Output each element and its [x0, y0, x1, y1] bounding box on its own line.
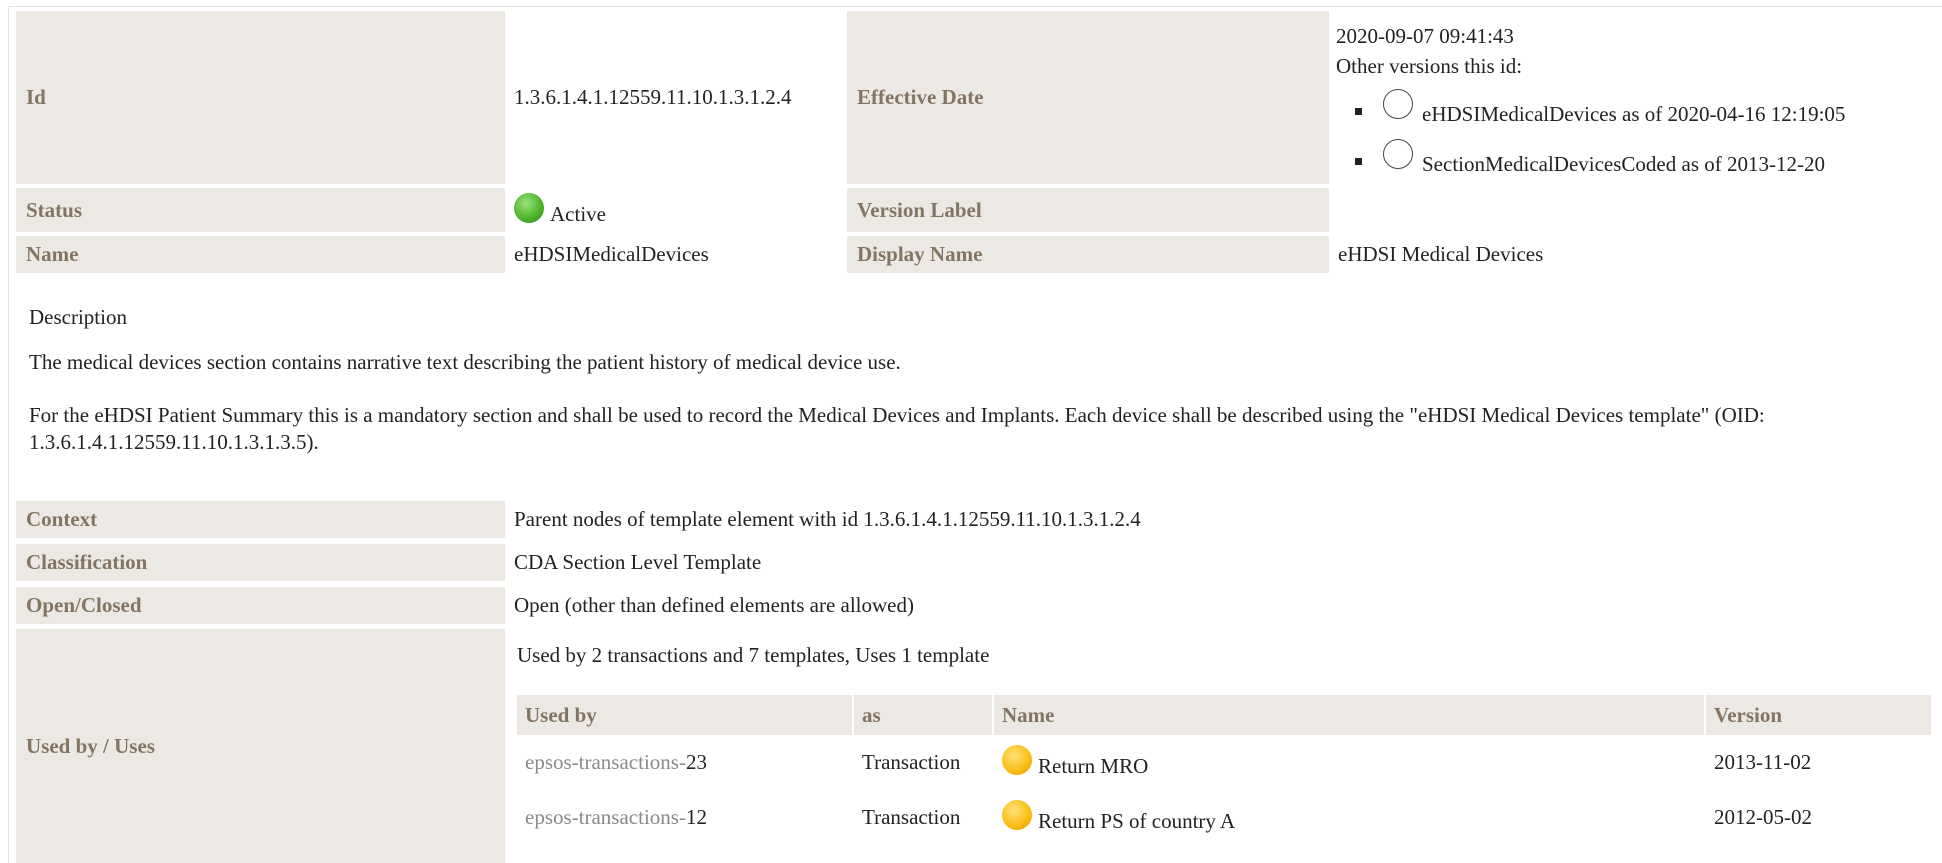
display-name-value: eHDSI Medical Devices	[1338, 242, 1544, 266]
circle-status-icon	[1383, 139, 1413, 169]
version-item[interactable]: SectionMedicalDevicesCoded as of 2013-12…	[1336, 133, 1825, 183]
context-value: Parent nodes of template element with id…	[514, 507, 1141, 531]
description-paragraph: For the eHDSI Patient Summary this is a …	[29, 403, 1765, 454]
status-value: Active	[506, 188, 846, 232]
draft-status-icon	[1002, 800, 1032, 830]
version-label-label: Version Label	[847, 188, 1329, 232]
other-versions-list: eHDSIMedicalDevices as of 2020-04-16 12:…	[1336, 83, 1845, 183]
transaction-link[interactable]: epsos-transactions-	[525, 750, 686, 775]
description-paragraph: The medical devices section contains nar…	[29, 350, 901, 374]
name-cell[interactable]: Return PS of country A	[994, 799, 1235, 835]
version-item[interactable]: eHDSIMedicalDevices as of 2020-04-16 12:…	[1336, 83, 1845, 133]
status-label: Status	[16, 188, 505, 232]
display-name-label: Display Name	[847, 236, 1329, 273]
description-heading: Description	[29, 305, 127, 329]
name-cell-text[interactable]: Return MRO	[1038, 754, 1148, 779]
bullet-icon	[1355, 108, 1362, 115]
used-by-cell[interactable]: epsos-transactions- 12	[517, 799, 707, 835]
context-label: Context	[16, 501, 505, 538]
as-cell: Transaction	[862, 804, 961, 829]
version-label-value	[1330, 188, 1930, 232]
col-header-used-by: Used by	[517, 695, 852, 735]
transaction-number[interactable]: 23	[686, 750, 707, 775]
status-text: Active	[550, 201, 606, 226]
bullet-icon	[1355, 158, 1362, 165]
col-header-as: as	[854, 695, 992, 735]
id-label: Id	[16, 11, 505, 184]
draft-status-icon	[1002, 745, 1032, 775]
used-by-summary: Used by 2 transactions and 7 templates, …	[517, 643, 990, 667]
name-label: Name	[16, 236, 505, 273]
effective-date-value: 2020-09-07 09:41:43	[1336, 24, 1514, 48]
other-versions-label: Other versions this id:	[1336, 54, 1523, 78]
as-cell: Transaction	[862, 749, 961, 774]
active-status-icon	[514, 193, 544, 223]
name-cell[interactable]: Return MRO	[994, 744, 1148, 780]
used-by-cell[interactable]: epsos-transactions- 23	[517, 744, 707, 780]
classification-label: Classification	[16, 544, 505, 581]
version-cell: 2013-11-02	[1714, 749, 1812, 774]
version-item-label[interactable]: SectionMedicalDevicesCoded as of 2013-12…	[1422, 149, 1825, 179]
id-value: 1.3.6.1.4.1.12559.11.10.1.3.1.2.4	[514, 85, 792, 109]
used-by-label: Used by / Uses	[16, 629, 505, 863]
effective-date-label: Effective Date	[847, 11, 1329, 184]
circle-status-icon	[1383, 89, 1413, 119]
name-cell-text[interactable]: Return PS of country A	[1038, 809, 1235, 834]
transaction-number[interactable]: 12	[686, 805, 707, 830]
col-header-name: Name	[994, 695, 1704, 735]
col-header-version: Version	[1706, 695, 1931, 735]
version-item-label[interactable]: eHDSIMedicalDevices as of 2020-04-16 12:…	[1422, 99, 1845, 129]
name-value: eHDSIMedicalDevices	[514, 242, 709, 266]
transaction-link[interactable]: epsos-transactions-	[525, 805, 686, 830]
classification-value: CDA Section Level Template	[514, 550, 762, 574]
effective-date-block: 2020-09-07 09:41:43 Other versions this …	[1336, 21, 1845, 183]
open-closed-value: Open (other than defined elements are al…	[514, 593, 914, 617]
open-closed-label: Open/Closed	[16, 587, 505, 624]
template-detail-page: Id 1.3.6.1.4.1.12559.11.10.1.3.1.2.4 Eff…	[8, 6, 1942, 863]
version-cell: 2012-05-02	[1714, 804, 1812, 829]
